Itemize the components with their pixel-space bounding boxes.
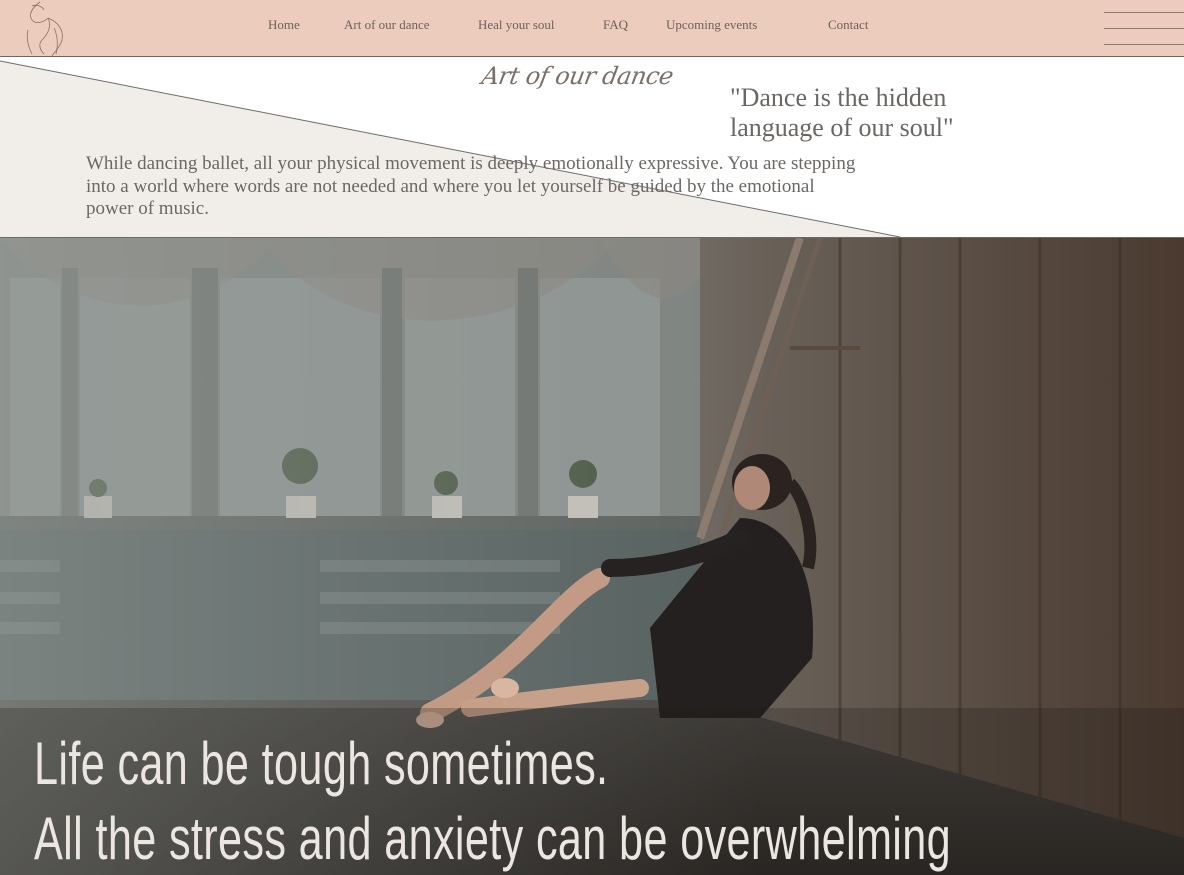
intro-section: Art of our dance "Dance is the hidden la… bbox=[0, 57, 1184, 238]
hamburger-menu-icon[interactable] bbox=[1104, 8, 1184, 48]
hero-headline-line-1: Life can be tough sometimes. bbox=[34, 730, 609, 797]
intro-paragraph: While dancing ballet, all your physical … bbox=[86, 153, 856, 219]
hero-section: Life can be tough sometimes. All the str… bbox=[0, 238, 1184, 875]
dancer-logo-icon[interactable] bbox=[18, 0, 74, 57]
nav-contact[interactable]: Contact bbox=[828, 17, 868, 33]
nav-faq[interactable]: FAQ bbox=[603, 17, 628, 33]
section-title: Art of our dance bbox=[479, 62, 676, 90]
site-header: Home Art of our dance Heal your soul FAQ… bbox=[0, 0, 1184, 57]
nav-upcoming-events[interactable]: Upcoming events bbox=[666, 17, 757, 33]
quote-text: "Dance is the hidden language of our sou… bbox=[730, 83, 954, 142]
nav-home[interactable]: Home bbox=[268, 17, 300, 33]
nav-heal-your-soul[interactable]: Heal your soul bbox=[478, 17, 555, 33]
hero-headline-line-2: All the stress and anxiety can be overwh… bbox=[34, 805, 952, 872]
nav-art-of-our-dance[interactable]: Art of our dance bbox=[344, 17, 430, 33]
